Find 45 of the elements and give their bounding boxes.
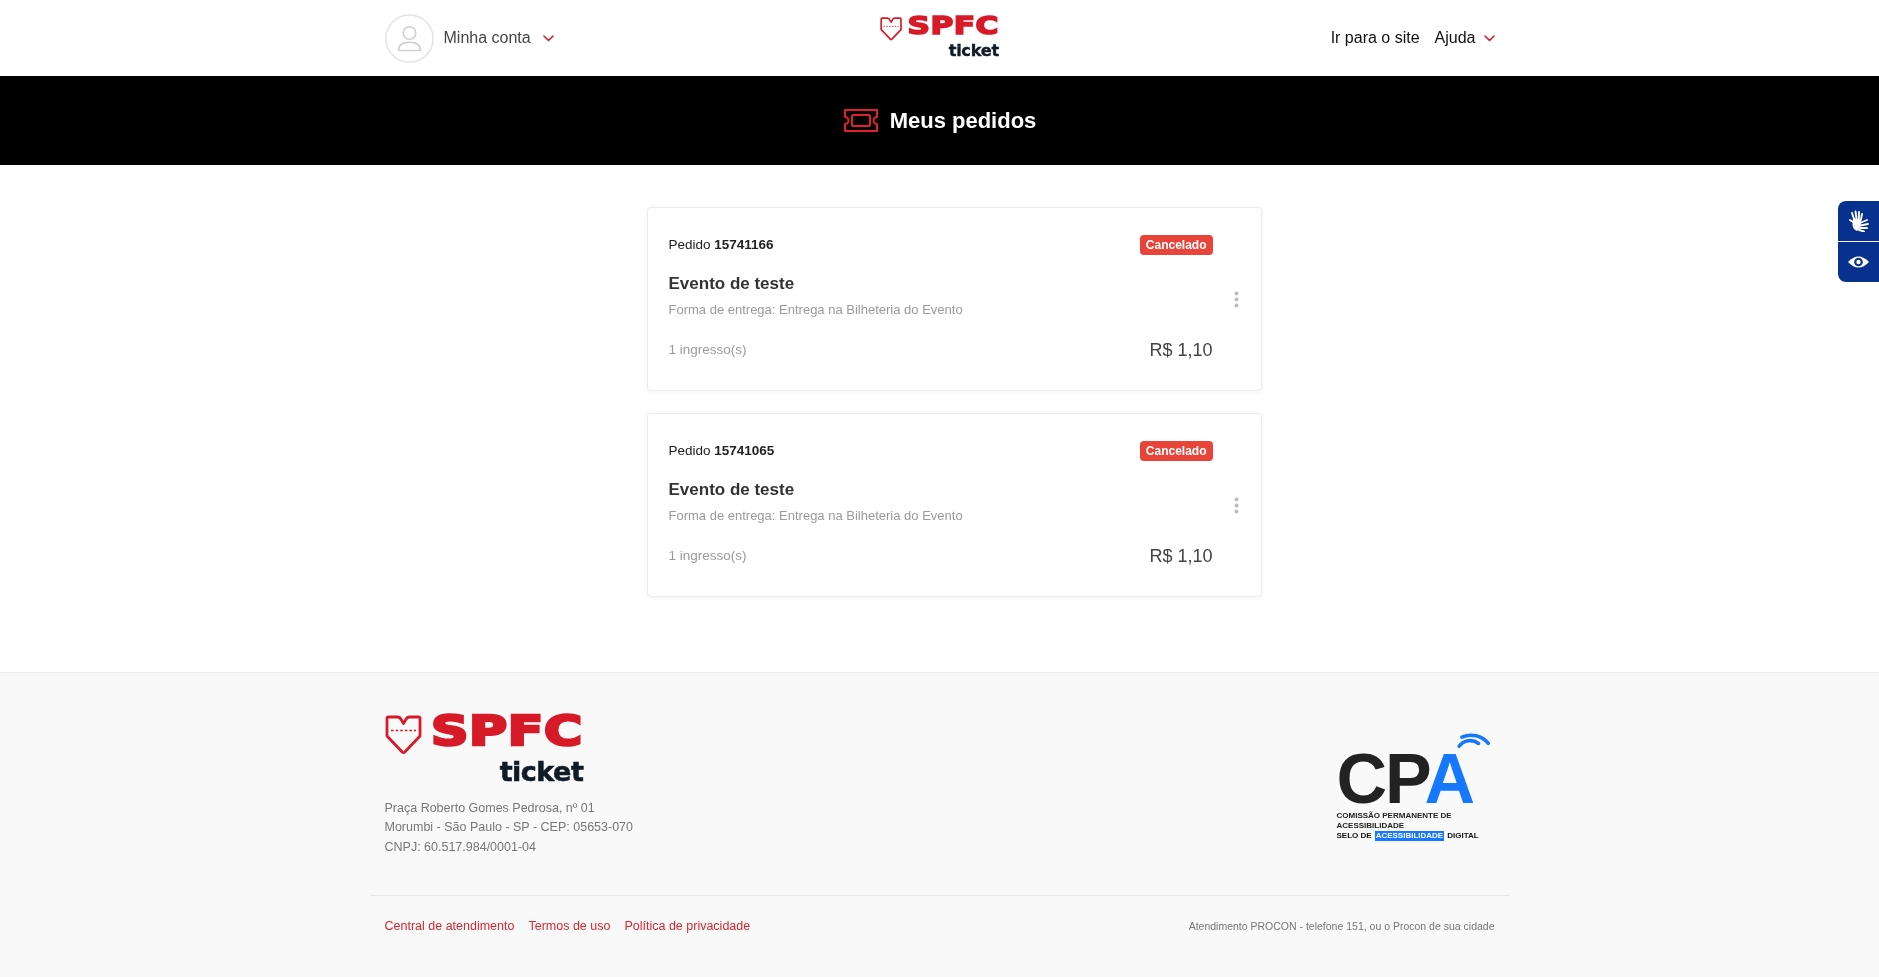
chevron-down-icon [1483, 34, 1495, 42]
event-title: Evento de teste [668, 273, 796, 295]
seal-text: SELO DE [1336, 831, 1372, 842]
user-avatar-icon [384, 13, 434, 63]
seal-text: DIGITAL [1447, 831, 1479, 842]
help-menu-button[interactable]: Ajuda [1434, 29, 1495, 47]
order-number: Pedido 15741166 [668, 236, 774, 254]
seal-caption: COMISSÃO PERMANENTE DE ACESSIBILIDADE [1336, 811, 1453, 831]
seal-highlight: ACESSIBILIDADE [1374, 831, 1445, 842]
procon-notice: Atendimento PROCON - telefone 151, ou o Procon de sua cidade [1188, 919, 1495, 933]
sign-language-button[interactable] [1838, 201, 1879, 242]
status-badge: Cancelado [1139, 441, 1213, 461]
signal-arcs-icon [1454, 730, 1491, 749]
visibility-button[interactable] [1838, 242, 1879, 282]
status-badge: Cancelado [1139, 235, 1213, 255]
logo-subtitle: ticket [499, 759, 584, 785]
more-icon [1234, 290, 1239, 308]
order-number: Pedido 15741065 [668, 442, 775, 460]
eye-icon [1847, 255, 1870, 269]
address-line: Morumbi - São Paulo - SP - CEP: 05653-070 [384, 819, 633, 836]
address-line: Praça Roberto Gomes Pedrosa, nº 01 [384, 799, 596, 817]
order-total: R$ 1,10 [1149, 545, 1213, 568]
shield-icon [384, 714, 422, 755]
hands-icon [1848, 210, 1869, 232]
ticket-icon [842, 108, 879, 133]
delivery-method: Forma de entrega: Entrega na Bilheteria do Evento [668, 301, 964, 319]
ticket-count: 1 ingresso(s) [668, 341, 747, 359]
address-line: CNPJ: 60.517.984/0001-04 [384, 838, 537, 856]
site-link[interactable]: Ir para o site [1330, 29, 1420, 47]
event-title: Evento de teste [668, 479, 796, 501]
page-title: Meus pedidos [889, 106, 1037, 135]
footer-link[interactable]: Central de atendimento [384, 918, 515, 934]
account-menu-button[interactable]: Minha conta [384, 13, 554, 63]
logo-subtitle: ticket [948, 43, 999, 59]
footer-link[interactable]: Termos de uso [528, 918, 611, 934]
ticket-count: 1 ingresso(s) [668, 547, 747, 565]
footer-link[interactable]: Política de privacidade [624, 918, 751, 934]
logo-wordmark: SPFC [906, 17, 1000, 37]
shield-icon [879, 17, 902, 42]
logo-wordmark: SPFC [429, 714, 584, 748]
delivery-method: Forma de entrega: Entrega na Bilheteria do Evento [668, 507, 964, 525]
seal-letters: CPA [1336, 749, 1475, 810]
chevron-down-icon [542, 34, 554, 42]
order-total: R$ 1,10 [1149, 339, 1213, 362]
more-icon [1234, 496, 1239, 514]
